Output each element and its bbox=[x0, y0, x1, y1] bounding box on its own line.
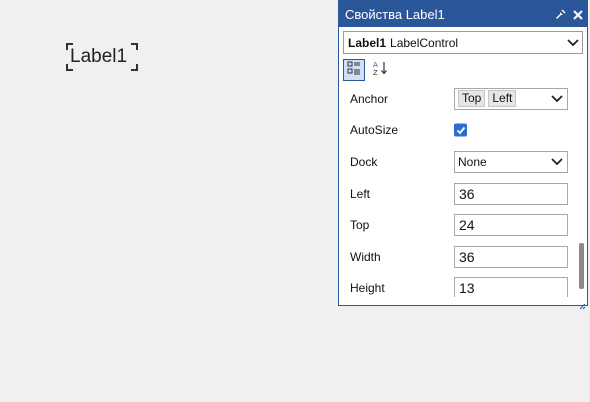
svg-text:A: A bbox=[373, 61, 378, 69]
properties-panel: Свойства Label1 Label1 LabelControl A Z … bbox=[338, 0, 588, 310]
pin-icon[interactable] bbox=[551, 7, 569, 22]
selection-handle-bottom-right[interactable] bbox=[131, 64, 138, 71]
anchor-tag-left: Left bbox=[488, 90, 517, 108]
checkmark-icon bbox=[456, 126, 465, 135]
property-label-left: Left bbox=[350, 186, 371, 201]
panel-title: Свойства Label1 bbox=[345, 6, 445, 22]
property-label-anchor: Anchor bbox=[350, 91, 389, 106]
alphabetical-sort-icon: A Z bbox=[372, 60, 388, 81]
anchor-values: Top Left bbox=[458, 90, 547, 108]
panel-titlebar: Свойства Label1 bbox=[339, 1, 587, 27]
property-label-width: Width bbox=[350, 249, 381, 264]
categorized-view-icon bbox=[347, 61, 361, 80]
property-row-autosize: AutoSize bbox=[340, 115, 577, 147]
anchor-dropdown[interactable]: Top Left bbox=[454, 87, 568, 110]
canvas-label-text: Label1 bbox=[70, 46, 128, 67]
anchor-tag-top: Top bbox=[458, 90, 486, 108]
top-input[interactable]: 24 bbox=[454, 214, 568, 237]
height-input[interactable]: 13 bbox=[454, 277, 568, 297]
close-icon[interactable] bbox=[569, 7, 587, 22]
property-row-anchor: Anchor Top Left bbox=[340, 83, 577, 115]
chevron-down-icon bbox=[564, 38, 582, 47]
selected-object-name: Label1 bbox=[348, 35, 387, 50]
canvas-label-control[interactable]: Label1 bbox=[66, 43, 138, 71]
property-label-height: Height bbox=[350, 281, 385, 296]
property-row-width: Width 36 bbox=[340, 241, 577, 273]
svg-text:Z: Z bbox=[373, 69, 378, 76]
property-label-top: Top bbox=[350, 218, 370, 233]
property-label-autosize: AutoSize bbox=[350, 123, 399, 138]
property-row-left: Left 36 bbox=[340, 178, 577, 210]
selected-object-type: LabelControl bbox=[390, 35, 459, 50]
property-grid-scrollbar[interactable] bbox=[577, 83, 585, 297]
autosize-checkbox[interactable] bbox=[454, 123, 467, 137]
property-label-dock: Dock bbox=[350, 154, 378, 169]
property-row-top: Top 24 bbox=[340, 209, 577, 241]
alphabetical-sort-button[interactable]: A Z bbox=[369, 59, 391, 81]
categorized-view-button[interactable] bbox=[343, 59, 365, 81]
chevron-down-icon bbox=[547, 158, 567, 166]
chevron-down-icon bbox=[547, 95, 567, 103]
left-input[interactable]: 36 bbox=[454, 182, 568, 205]
selection-handle-top-right[interactable] bbox=[131, 43, 138, 50]
dock-value: None bbox=[458, 154, 487, 169]
dock-dropdown[interactable]: None bbox=[454, 150, 568, 173]
resize-grip-icon[interactable] bbox=[579, 297, 586, 310]
scrollbar-thumb[interactable] bbox=[579, 243, 584, 289]
property-grid: Anchor Top Left AutoSize Dock None Left … bbox=[340, 83, 577, 297]
property-row-dock: Dock None bbox=[340, 146, 577, 178]
object-selector-dropdown[interactable]: Label1 LabelControl bbox=[343, 31, 583, 54]
property-row-height: Height 13 bbox=[340, 273, 577, 297]
width-input[interactable]: 36 bbox=[454, 245, 568, 268]
panel-toolbar: A Z bbox=[339, 57, 587, 83]
